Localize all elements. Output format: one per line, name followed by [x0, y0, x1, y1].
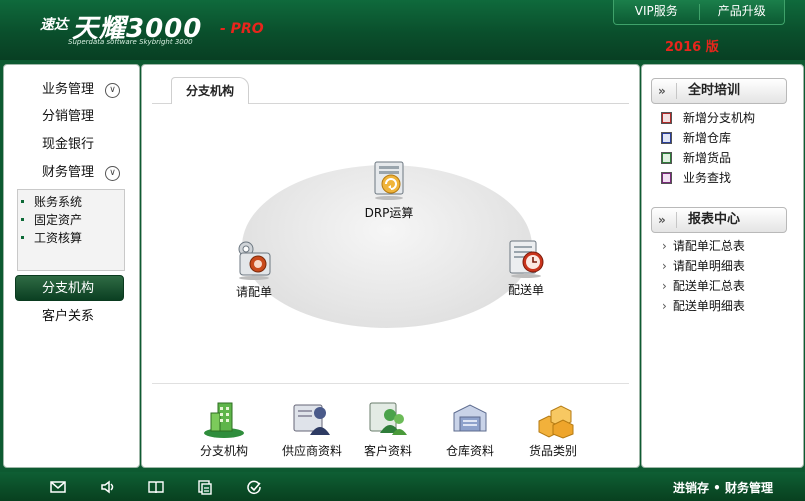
- report-link-label: 配送单汇总表: [672, 279, 745, 293]
- book-icon: [661, 172, 672, 184]
- quick-link-goods-category[interactable]: 货品类别: [515, 399, 591, 459]
- section-title: 报表中心: [688, 212, 741, 227]
- quick-link-supplier[interactable]: 供应商资料: [274, 399, 350, 459]
- left-sidebar: 业务管理 ∨ 分销管理 现金银行 财务管理 ∨ 账务系统 固定资产 工资核算 分…: [3, 64, 140, 468]
- drp-calc-node[interactable]: DRP运算: [349, 158, 429, 221]
- speaker-icon[interactable]: [99, 478, 117, 496]
- chevron-right-icon: ›: [662, 299, 667, 313]
- copy-icon[interactable]: [196, 478, 214, 496]
- header-divider: [676, 83, 677, 99]
- delivery-order-node[interactable]: 配送单: [486, 235, 566, 298]
- drp-calc-icon: [367, 158, 411, 202]
- main-panel: 分支机构 DRP运算 请配单 配送单 分支机构 供应商资料 客户资料 仓库资料 …: [141, 64, 640, 468]
- quick-link-label: 供应商资料: [281, 444, 342, 458]
- top-menu: VIP服务 产品升级: [613, 0, 785, 25]
- logo-suffix: - PRO: [220, 21, 264, 37]
- content-frame: 业务管理 ∨ 分销管理 现金银行 财务管理 ∨ 账务系统 固定资产 工资核算 分…: [0, 60, 805, 472]
- request-order-icon: [232, 237, 276, 281]
- check-icon[interactable]: [245, 478, 263, 496]
- book-icon: [661, 112, 672, 124]
- vip-service-button[interactable]: VIP服务: [614, 0, 699, 24]
- quick-link-label: 客户资料: [363, 444, 412, 458]
- quick-link-label: 分支机构: [199, 444, 248, 458]
- training-link-label: 新增仓库: [683, 131, 732, 145]
- sidebar-item-label: 客户关系: [42, 309, 95, 324]
- double-chevron-icon: »: [658, 84, 666, 98]
- report-link-delivery-detail[interactable]: › 配送单明细表: [662, 296, 745, 316]
- section-title: 全时培训: [688, 83, 741, 98]
- sidebar-item-label: 分销管理: [42, 109, 95, 124]
- sidebar-item-business[interactable]: 业务管理 ∨: [16, 78, 126, 102]
- training-link-add-branch[interactable]: 新增分支机构: [661, 108, 756, 128]
- chevron-right-icon: ›: [662, 259, 667, 273]
- mail-icon[interactable]: [49, 478, 67, 496]
- chevron-right-icon: ›: [662, 279, 667, 293]
- customer-icon: [366, 399, 410, 439]
- report-link-label: 请配单汇总表: [672, 239, 745, 253]
- reports-section-header[interactable]: » 报表中心: [651, 207, 787, 233]
- header-divider: [676, 212, 677, 228]
- book-icon: [661, 152, 672, 164]
- product-upgrade-button[interactable]: 产品升级: [700, 0, 785, 24]
- sidebar-item-crm[interactable]: 客户关系: [16, 305, 126, 329]
- finance-submenu: 账务系统 固定资产 工资核算: [17, 189, 125, 271]
- logo-prefix: 速达: [40, 17, 68, 33]
- expand-toggle-icon[interactable]: ∨: [105, 83, 120, 98]
- report-link-label: 请配单明细表: [672, 259, 745, 273]
- request-order-node[interactable]: 请配单: [214, 237, 294, 300]
- sidebar-item-label: 财务管理: [42, 165, 95, 180]
- delivery-order-icon: [504, 235, 548, 279]
- sidebar-item-distribution[interactable]: 分销管理: [16, 105, 126, 129]
- training-link-label: 新增货品: [683, 151, 732, 165]
- report-link-delivery-summary[interactable]: › 配送单汇总表: [662, 276, 745, 296]
- submenu-item-accounting[interactable]: 账务系统: [20, 193, 82, 211]
- quick-link-label: 货品类别: [528, 444, 577, 458]
- collapse-toggle-icon[interactable]: ∨: [105, 166, 120, 181]
- book-icon: [661, 132, 672, 144]
- flow-node-label: 配送单: [507, 283, 544, 297]
- submenu-item-fixed-assets[interactable]: 固定资产: [20, 211, 82, 229]
- sidebar-item-cash-bank[interactable]: 现金银行: [16, 133, 126, 157]
- chevron-right-icon: ›: [662, 239, 667, 253]
- sidebar-item-finance[interactable]: 财务管理 ∨: [16, 161, 126, 185]
- quick-link-label: 仓库资料: [445, 444, 494, 458]
- book-icon[interactable]: [147, 478, 165, 496]
- quick-link-customer[interactable]: 客户资料: [350, 399, 426, 459]
- quick-link-warehouse[interactable]: 仓库资料: [432, 399, 508, 459]
- training-section-header[interactable]: » 全时培训: [651, 78, 787, 104]
- app-footer: 进销存 • 财务管理: [0, 472, 805, 501]
- edition-label: 2016 版: [665, 40, 719, 55]
- report-link-label: 配送单明细表: [672, 299, 745, 313]
- quick-link-branch[interactable]: 分支机构: [186, 399, 262, 459]
- app-header: 速达 天耀3000 - PRO Superdata software Skybr…: [0, 0, 805, 60]
- section-divider: [152, 383, 629, 384]
- right-panel: » 全时培训 新增分支机构 新增仓库 新增货品 业务查找 » 报表中心 › 请配单…: [641, 64, 804, 468]
- sidebar-item-label: 业务管理: [42, 82, 95, 97]
- training-link-business-search[interactable]: 业务查找: [661, 168, 732, 188]
- warehouse-icon: [448, 399, 492, 439]
- training-link-add-warehouse[interactable]: 新增仓库: [661, 128, 732, 148]
- sidebar-item-branch-active[interactable]: 分支机构: [15, 275, 124, 301]
- report-link-request-summary[interactable]: › 请配单汇总表: [662, 236, 745, 256]
- flow-node-label: DRP运算: [364, 206, 414, 220]
- app-logo: 速达 天耀3000 - PRO Superdata software Skybr…: [40, 8, 270, 54]
- training-link-label: 业务查找: [683, 171, 732, 185]
- flow-node-label: 请配单: [235, 285, 272, 299]
- branch-building-icon: [202, 399, 246, 439]
- footer-product-label: 进销存 • 财务管理: [672, 481, 773, 495]
- tab-branch[interactable]: 分支机构: [171, 77, 250, 104]
- supplier-icon: [290, 399, 334, 439]
- logo-subtitle: Superdata software Skybright 3000: [68, 38, 193, 46]
- double-chevron-icon: »: [658, 213, 666, 227]
- report-link-request-detail[interactable]: › 请配单明细表: [662, 256, 745, 276]
- training-link-label: 新增分支机构: [683, 111, 756, 125]
- submenu-item-payroll[interactable]: 工资核算: [20, 229, 82, 247]
- goods-category-icon: [531, 399, 575, 439]
- sidebar-item-label: 现金银行: [42, 137, 95, 152]
- training-link-add-goods[interactable]: 新增货品: [661, 148, 732, 168]
